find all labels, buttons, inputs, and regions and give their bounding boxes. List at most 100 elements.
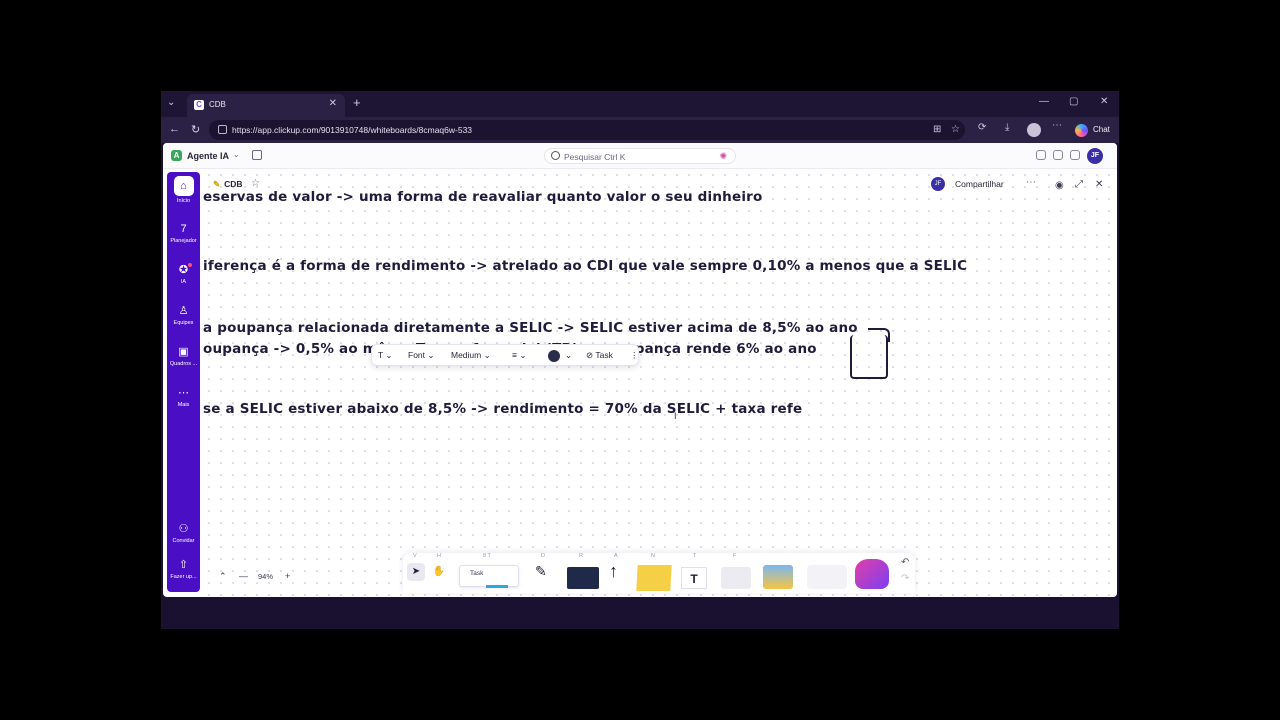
copilot-chat-button[interactable]: Chat (1071, 121, 1116, 139)
back-button[interactable]: ← (169, 123, 180, 135)
calendar-icon[interactable] (252, 150, 262, 160)
collaborator-avatar[interactable]: JF (931, 177, 945, 191)
convert-to-task-button[interactable]: ⊘ Task (586, 350, 613, 361)
zoom-level[interactable]: 94% (258, 572, 273, 581)
task-tool[interactable]: Task (459, 565, 519, 588)
align-dropdown[interactable]: ≡ ⌄ (512, 350, 526, 361)
hand-tool[interactable]: ✋ (430, 563, 448, 581)
sticky-note-tool[interactable] (636, 565, 672, 591)
note-line-3[interactable]: a poupança relacionada diretamente a SEL… (203, 320, 858, 336)
sidebar-item-mais[interactable]: ⋯ Mais (167, 386, 200, 408)
undo-icon[interactable]: ↶ (901, 557, 909, 568)
new-tab-button[interactable]: + (353, 95, 361, 110)
more-options-icon[interactable]: ⋯ (1026, 177, 1036, 188)
sidebar-item-ia[interactable]: ✪ IA (167, 263, 200, 285)
tab-bar: ⌄ C CDB ✕ + — ▢ ✕ (161, 91, 1119, 117)
ai-icon: ✪ (178, 264, 189, 276)
collapse-icon[interactable]: ⌃ (219, 571, 227, 582)
key-hint: F (733, 553, 737, 559)
window-close-icon[interactable]: ✕ (1100, 96, 1108, 107)
copilot-icon (1075, 124, 1088, 137)
zoom-in-button[interactable]: + (285, 571, 290, 581)
whiteboard-icon: ✎ (213, 179, 221, 189)
shape-tool[interactable] (567, 567, 599, 589)
color-chevron-down-icon[interactable]: ⌄ (565, 350, 572, 361)
user-avatar[interactable]: JF (1087, 148, 1103, 164)
chevron-down-icon[interactable]: ⌄ (233, 150, 240, 159)
sidebar-item-convidar[interactable]: ⚇ Convidar (167, 522, 200, 544)
favorite-star-icon[interactable]: ☆ (251, 178, 260, 189)
share-button[interactable]: Compartilhar (955, 179, 1004, 189)
calendar-icon: 7 (180, 223, 187, 235)
sidebar-item-label: Planejador (170, 238, 197, 244)
ai-sparkle-icon[interactable]: ✺ (719, 151, 727, 162)
teams-icon: ♙ (178, 305, 189, 317)
redo-icon[interactable]: ↷ (901, 573, 909, 584)
sidebar-item-label: IA (180, 279, 187, 285)
address-row: ← ↻ https://app.clickup.com/9013910748/w… (161, 117, 1119, 143)
close-board-icon[interactable]: ✕ (1095, 179, 1103, 190)
video-icon[interactable] (1053, 150, 1063, 160)
dashboard-icon: ▣ (178, 346, 189, 358)
text-type-button[interactable]: T ⌄ (378, 350, 393, 361)
more-options-icon[interactable]: ⋮ (630, 350, 639, 361)
key-hint: T (693, 553, 697, 559)
tab-cdb[interactable]: C CDB ✕ (187, 94, 345, 117)
more-tools[interactable] (807, 565, 847, 589)
font-size-dropdown[interactable]: Medium ⌄ (451, 350, 491, 361)
extensions-icon[interactable]: ⟳ (978, 122, 986, 133)
invite-user-icon: ⚇ (178, 523, 189, 535)
connector-tool[interactable]: ↑ (609, 561, 618, 582)
ai-brain-tool[interactable] (855, 559, 889, 589)
address-bar[interactable]: https://app.clickup.com/9013910748/white… (209, 120, 965, 140)
sidebar-item-quadros[interactable]: ▣ Quadros ... (167, 345, 200, 367)
favorite-star-icon[interactable]: ☆ (951, 124, 960, 135)
text-color-swatch[interactable] (548, 350, 560, 362)
sidebar-item-inicio[interactable]: ⌂ Início (167, 176, 200, 204)
workspace-badge[interactable]: A (171, 150, 182, 161)
browser-menu-icon[interactable]: ⋯ (1052, 120, 1062, 131)
key-hint: A (614, 553, 618, 559)
check-circle-icon[interactable] (1036, 150, 1046, 160)
record-icon[interactable]: ◉ (1055, 180, 1064, 191)
note-line-2[interactable]: iferença é a forma de rendimento -> atre… (203, 258, 967, 274)
notepad-icon[interactable] (1070, 150, 1080, 160)
whiteboard-canvas[interactable]: ✎ CDB ☆ JF Compartilhar ⋯ ◉ ⤢ ✕ eservas d… (203, 169, 1117, 597)
clickup-favicon-icon: C (194, 100, 204, 110)
text-cursor-icon: I (674, 411, 677, 421)
downloads-icon[interactable]: ⤓ (1005, 122, 1009, 133)
search-input[interactable]: Pesquisar Ctrl K ✺ (544, 148, 736, 164)
sidebar-item-label: Mais (177, 402, 190, 408)
sidebar-item-upgrade[interactable]: ⇧ Fazer up... (167, 558, 200, 580)
zoom-out-button[interactable]: — (239, 571, 248, 581)
sidebar-item-equipes[interactable]: ♙ Equipes (167, 304, 200, 326)
workspace-name[interactable]: Agente IA (187, 151, 229, 161)
grid-icon: ⋯ (178, 387, 189, 399)
drawn-shape-arrow[interactable] (868, 328, 890, 342)
font-dropdown[interactable]: Font ⌄ (408, 350, 435, 361)
image-tool[interactable] (763, 565, 793, 589)
notification-dot (188, 263, 192, 267)
sidebar: ⌂ Início 7 Planejador ✪ IA ♙ Equipes ▣ Q… (167, 172, 200, 592)
profile-avatar[interactable] (1027, 123, 1041, 137)
expand-icon[interactable]: ⤢ (1075, 179, 1083, 190)
pen-tool[interactable]: ✎ (535, 563, 547, 583)
key-hint: H (437, 553, 441, 559)
close-tab-icon[interactable]: ✕ (329, 98, 337, 109)
select-tool[interactable]: ➤ (407, 563, 425, 581)
reload-button[interactable]: ↻ (191, 123, 200, 136)
doc-tool[interactable] (721, 567, 751, 589)
key-hint: V (413, 553, 417, 559)
sidebar-item-planejador[interactable]: 7 Planejador (167, 222, 200, 244)
site-info-icon[interactable] (218, 125, 227, 134)
app-install-icon[interactable]: ⊞ (933, 124, 941, 135)
search-icon (551, 151, 560, 160)
minimize-icon[interactable]: — (1039, 96, 1049, 107)
maximize-icon[interactable]: ▢ (1069, 96, 1078, 107)
app-topbar: A Agente IA ⌄ Pesquisar Ctrl K ✺ JF (163, 143, 1117, 169)
clickup-app: A Agente IA ⌄ Pesquisar Ctrl K ✺ JF ⌂ In… (163, 143, 1117, 597)
text-tool[interactable]: T (681, 567, 707, 589)
note-line-5[interactable]: se a SELIC estiver abaixo de 8,5% -> ren… (203, 401, 802, 417)
tab-search-icon[interactable]: ⌄ (167, 97, 175, 108)
note-line-1[interactable]: eservas de valor -> uma forma de reavali… (203, 189, 763, 205)
